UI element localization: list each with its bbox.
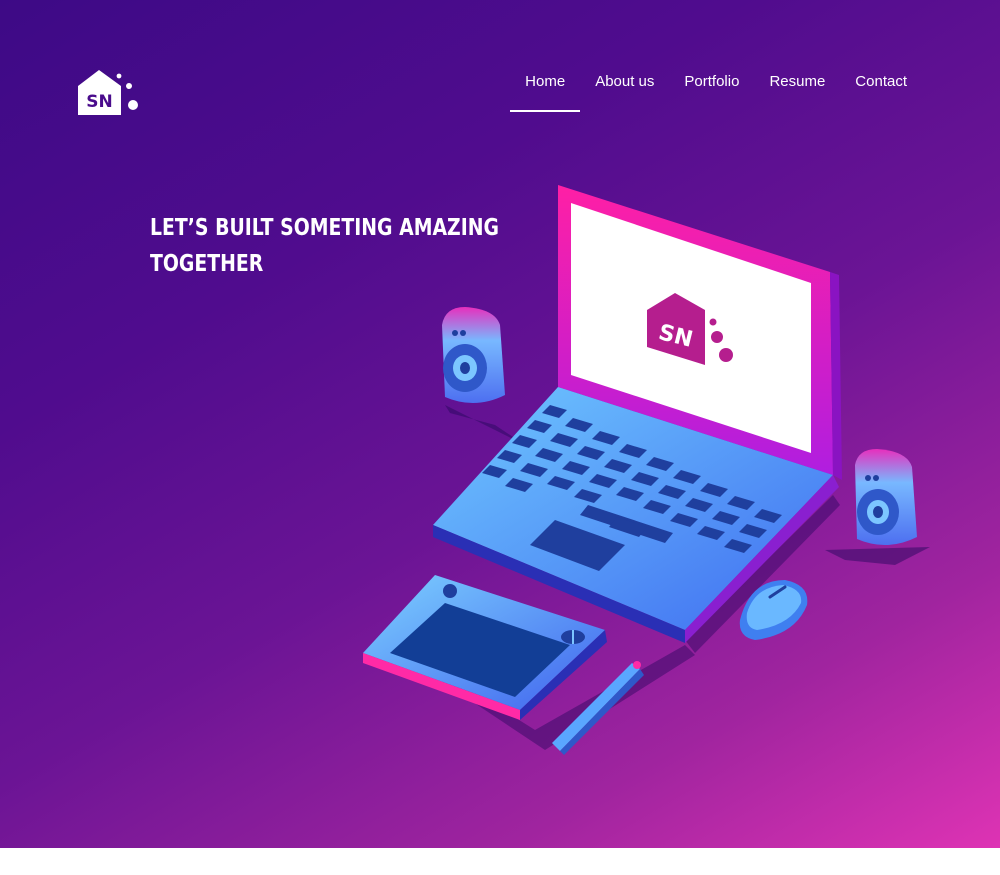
main-nav: Home About us Portfolio Resume Contact	[510, 72, 922, 112]
nav-home[interactable]: Home	[510, 72, 581, 112]
nav-contact[interactable]: Contact	[840, 72, 922, 92]
hero-section: SN Home About us Portfolio Resume Contac…	[0, 0, 1000, 848]
logo-text: SN	[86, 92, 112, 112]
laptop-illustration: SN	[363, 185, 930, 755]
nav-about-us[interactable]: About us	[580, 72, 669, 92]
nav-portfolio[interactable]: Portfolio	[669, 72, 754, 92]
right-speaker	[855, 449, 917, 546]
left-speaker	[442, 307, 505, 404]
house-logo-icon[interactable]: SN	[77, 68, 143, 118]
nav-resume[interactable]: Resume	[754, 72, 840, 92]
